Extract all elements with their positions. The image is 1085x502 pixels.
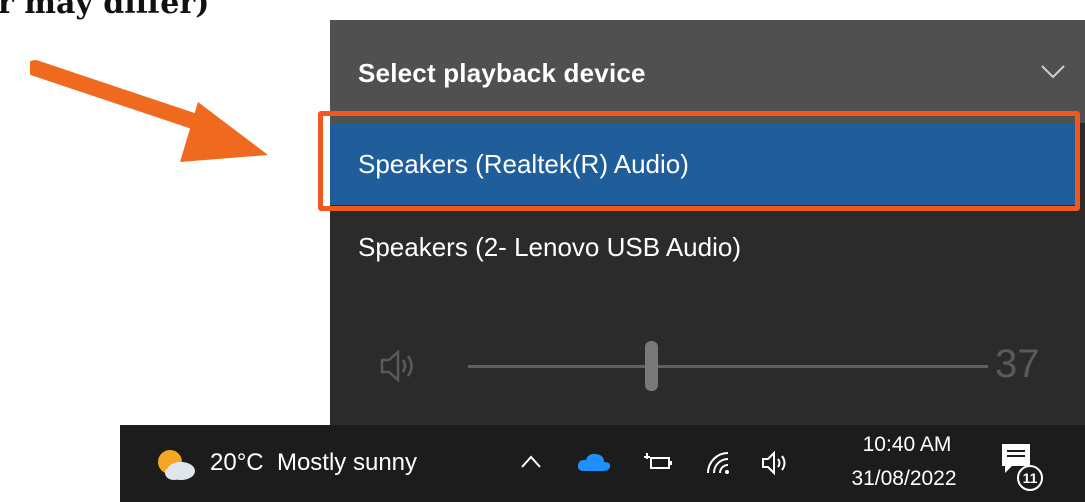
chevron-down-icon[interactable] — [1040, 64, 1066, 80]
volume-value: 37 — [995, 342, 1040, 386]
volume-icon[interactable] — [760, 449, 792, 477]
weather-condition: Mostly sunny — [276, 449, 418, 476]
volume-slider-thumb[interactable] — [645, 341, 658, 391]
device-option-label: Speakers (2- Lenovo USB Audio) — [358, 231, 741, 262]
temperature: 20°C — [210, 449, 264, 476]
wifi-icon[interactable] — [704, 449, 732, 477]
clock-date[interactable]: 31/08/2022 — [834, 467, 974, 491]
battery-plug-icon[interactable] — [644, 449, 674, 475]
clock-time[interactable]: 10:40 AM — [842, 433, 972, 457]
speaker-icon[interactable] — [378, 346, 418, 386]
device-option-lenovo[interactable]: Speakers (2- Lenovo USB Audio) — [330, 206, 1085, 288]
notification-count-badge: 11 — [1017, 465, 1043, 491]
selected-device-highlight — [318, 111, 1080, 211]
weather-partly-sunny-icon[interactable] — [153, 446, 197, 482]
annotation-arrow — [30, 60, 268, 162]
weather-widget[interactable]: 20°C Mostly sunny — [210, 449, 417, 477]
volume-slider-track[interactable] — [468, 365, 988, 368]
onedrive-cloud-icon[interactable] — [576, 449, 612, 475]
playback-device-flyout: Select playback device Speakers (Realtek… — [330, 20, 1085, 430]
chevron-up-icon[interactable] — [518, 449, 544, 475]
select-playback-device-title: Select playback device — [358, 58, 646, 88]
taskbar: 20°C Mostly sunny 10:40 AM 31/08/2022 11 — [120, 425, 1085, 502]
device-selector-header[interactable]: Select playback device — [330, 20, 1085, 124]
partial-caption-text: r may differ) — [0, 0, 210, 21]
